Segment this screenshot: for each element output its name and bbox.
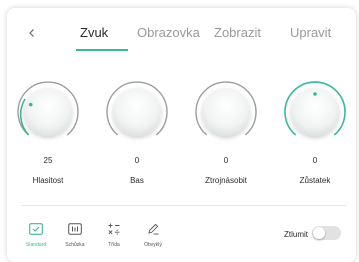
volume-knob-indicator <box>28 102 33 107</box>
volume-label: Hlasitost <box>32 176 64 185</box>
equalizer-box-icon <box>68 223 82 235</box>
pencil-icon <box>148 223 159 235</box>
check-box-icon <box>29 223 43 235</box>
preset-standard[interactable]: Standard <box>20 221 52 248</box>
bass-value: 0 <box>134 156 140 165</box>
mute-toggle[interactable] <box>312 226 341 240</box>
tab-upravit[interactable]: Upravit <box>290 25 331 41</box>
preset-custom-label: Obvyklý <box>144 242 162 248</box>
balance-value: 0 <box>312 156 318 165</box>
preset-meeting-label: Schůzka <box>65 242 85 248</box>
tab-zobrazit[interactable]: Zobrazit <box>214 25 261 41</box>
bass-knob[interactable] <box>105 80 169 144</box>
volume-value: 25 <box>43 156 53 165</box>
bass-label: Bas <box>130 176 144 185</box>
math-symbols-icon <box>108 223 120 235</box>
mute-label: Ztlumit <box>284 230 308 239</box>
treble-knob[interactable] <box>194 80 258 144</box>
preset-class[interactable]: Třída <box>98 221 130 248</box>
mute-toggle-thumb <box>313 227 325 239</box>
balance-label: Zůstatek <box>299 176 331 185</box>
treble-value: 0 <box>223 156 229 165</box>
preset-custom[interactable]: Obvyklý <box>137 221 169 248</box>
treble-label: Ztrojnásobit <box>205 176 247 185</box>
divider <box>21 205 346 206</box>
sound-settings-panel: Zvuk Obrazovka Zobrazit Upravit 25 0 0 0… <box>7 8 356 262</box>
volume-knob[interactable] <box>16 80 80 144</box>
preset-standard-label: Standard <box>25 242 47 248</box>
chevron-left-icon <box>29 29 34 37</box>
back-button[interactable] <box>22 23 42 43</box>
preset-meeting[interactable]: Schůzka <box>59 221 91 248</box>
balance-knob[interactable] <box>283 80 347 144</box>
balance-knob-indicator <box>313 92 317 96</box>
tab-obrazovka[interactable]: Obrazovka <box>137 25 200 41</box>
active-tab-indicator <box>76 49 128 51</box>
preset-class-label: Třída <box>108 242 120 248</box>
tab-zvuk[interactable]: Zvuk <box>80 25 108 41</box>
